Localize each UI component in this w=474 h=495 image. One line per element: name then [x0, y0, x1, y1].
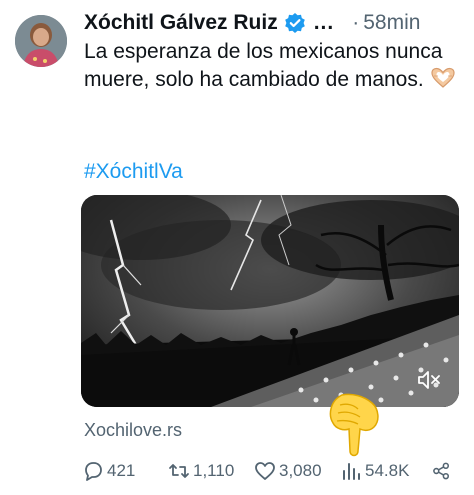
- share-button[interactable]: [432, 460, 454, 482]
- heart-hands-emoji: [430, 67, 456, 97]
- share-icon: [433, 462, 450, 480]
- views-bar-chart-icon: [343, 463, 360, 480]
- reply-button[interactable]: 421: [82, 460, 168, 482]
- repost-button[interactable]: 1,110: [168, 460, 254, 482]
- reply-bubble-icon: [85, 462, 102, 481]
- post-header: Xóchitl Gálvez Ruiz ... · 58min: [84, 8, 464, 38]
- reply-count: 421: [107, 461, 136, 480]
- post-text-content: La esperanza de los mexicanos nunca muer…: [84, 40, 443, 91]
- more-options-button[interactable]: ...: [314, 11, 335, 35]
- like-button[interactable]: 3,080: [254, 460, 340, 482]
- author-name[interactable]: Xóchitl Gálvez Ruiz: [84, 11, 278, 35]
- author-avatar[interactable]: [15, 15, 67, 67]
- repost-count: 1,110: [193, 461, 235, 480]
- post-text: La esperanza de los mexicanos nunca muer…: [84, 38, 464, 97]
- header-separator: ·: [352, 11, 360, 34]
- storm-scene-image: [81, 195, 459, 407]
- like-count: 3,080: [279, 461, 322, 480]
- backhand-index-pointing-down-emoji: [322, 393, 386, 459]
- views-count: 54.8K: [365, 461, 410, 480]
- post-timestamp[interactable]: 58min: [363, 11, 420, 35]
- speaker-muted-icon: [418, 371, 440, 389]
- mute-toggle-button[interactable]: [417, 369, 443, 391]
- card-source-link[interactable]: Xochilove.rs: [84, 420, 182, 441]
- repost-icon: [169, 464, 189, 478]
- verified-badge-icon: [284, 12, 306, 34]
- post-video[interactable]: [81, 195, 459, 407]
- heart-icon: [255, 462, 275, 480]
- views-button[interactable]: 54.8K: [340, 460, 432, 482]
- hashtag-link[interactable]: #XóchitlVa: [84, 160, 183, 184]
- post-actions-bar: 421 1,110 3,080 54.8K: [82, 458, 454, 484]
